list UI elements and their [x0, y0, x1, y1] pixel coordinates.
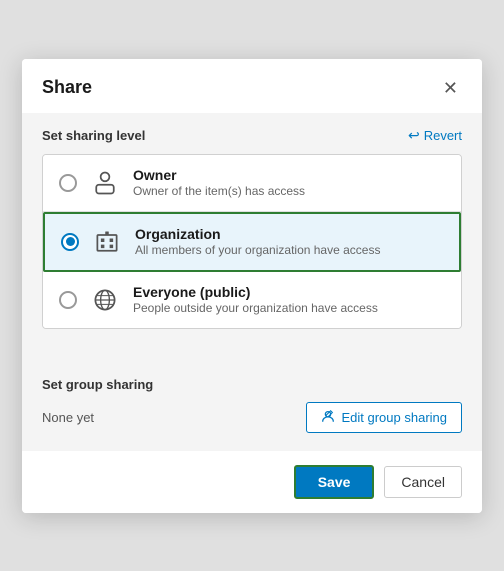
section-header: Set sharing level ↩ Revert [42, 127, 462, 144]
everyone-desc: People outside your organization have ac… [133, 301, 445, 315]
group-sharing-section: Set group sharing None yet Edit group sh… [22, 363, 482, 451]
owner-name: Owner [133, 167, 445, 183]
section-divider [22, 347, 482, 363]
option-everyone[interactable]: Everyone (public) People outside your or… [43, 272, 461, 328]
edit-group-button[interactable]: Edit group sharing [306, 402, 462, 433]
dialog-footer: Save Cancel [22, 451, 482, 513]
group-section-label: Set group sharing [42, 377, 462, 392]
organization-desc: All members of your organization have ac… [135, 243, 443, 257]
radio-everyone[interactable] [59, 291, 77, 309]
radio-owner[interactable] [59, 174, 77, 192]
everyone-text: Everyone (public) People outside your or… [133, 284, 445, 315]
edit-group-icon [321, 409, 335, 426]
organization-name: Organization [135, 226, 443, 242]
org-icon [91, 226, 123, 258]
sharing-level-section: Set sharing level ↩ Revert Owner Owner o [22, 113, 482, 347]
dialog-header: Share ✕ [22, 59, 482, 113]
globe-icon [89, 284, 121, 316]
cancel-button[interactable]: Cancel [384, 466, 462, 498]
radio-organization[interactable] [61, 233, 79, 251]
none-yet-label: None yet [42, 410, 94, 425]
group-row: None yet Edit group sharing [42, 402, 462, 433]
everyone-name: Everyone (public) [133, 284, 445, 300]
radio-inner [66, 237, 75, 246]
section-label: Set sharing level [42, 128, 145, 143]
sharing-options-list: Owner Owner of the item(s) has access [42, 154, 462, 329]
option-organization[interactable]: Organization All members of your organiz… [43, 212, 461, 272]
dialog-title: Share [42, 77, 92, 98]
revert-label: Revert [424, 128, 462, 143]
person-icon [89, 167, 121, 199]
close-button[interactable]: ✕ [439, 77, 462, 99]
close-icon: ✕ [443, 78, 458, 98]
save-button[interactable]: Save [294, 465, 375, 499]
revert-icon: ↩ [408, 127, 420, 144]
organization-text: Organization All members of your organiz… [135, 226, 443, 257]
share-dialog: Share ✕ Set sharing level ↩ Revert [22, 59, 482, 513]
revert-button[interactable]: ↩ Revert [408, 127, 462, 144]
edit-group-label: Edit group sharing [341, 410, 447, 425]
owner-desc: Owner of the item(s) has access [133, 184, 445, 198]
option-owner[interactable]: Owner Owner of the item(s) has access [43, 155, 461, 212]
owner-text: Owner Owner of the item(s) has access [133, 167, 445, 198]
